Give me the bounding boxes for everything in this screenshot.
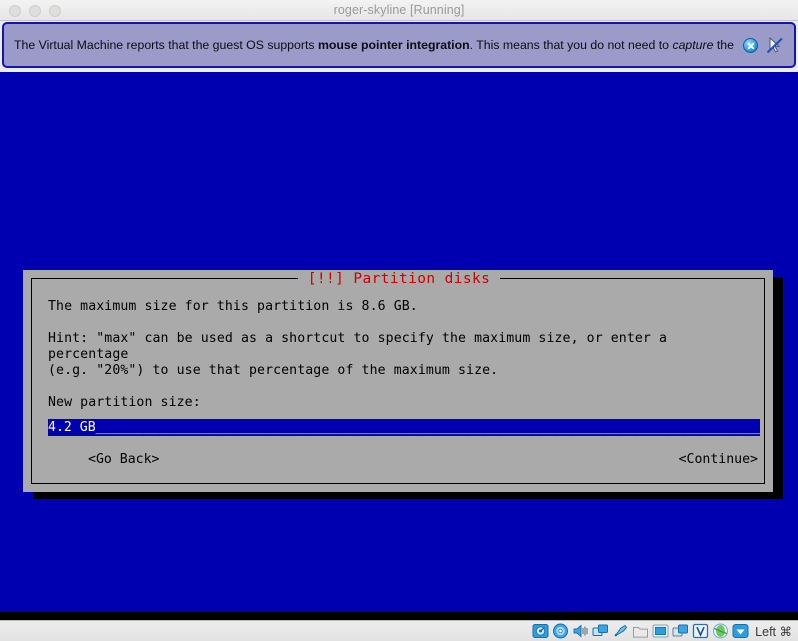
audio-icon[interactable]	[572, 623, 589, 639]
video-capture-icon[interactable]	[672, 623, 689, 639]
guest-additions-icon[interactable]	[712, 623, 729, 639]
optical-disc-icon[interactable]	[552, 623, 569, 639]
mouse-capture-indicator-icon[interactable]	[732, 623, 749, 639]
dialog-title: [!!] Partition disks	[297, 271, 501, 287]
dialog-body: The maximum size for this partition is 8…	[48, 299, 750, 411]
partition-size-value: 4.2 GB	[48, 420, 96, 435]
partition-size-input[interactable]: 4.2 GB__________________________________…	[48, 419, 760, 436]
dialog-paragraph-max-size: The maximum size for this partition is 8…	[48, 299, 418, 314]
notification-text-bold: mouse pointer integration	[317, 38, 470, 52]
shared-folders-icon[interactable]	[632, 623, 649, 639]
text-cursor: _	[95, 420, 104, 435]
notification-text-italic: capture	[672, 38, 714, 52]
usb-icon[interactable]	[612, 623, 629, 639]
notification-text-1: The Virtual Machine reports that the gue…	[14, 38, 318, 52]
host-key-label: Left ⌘	[755, 624, 792, 639]
notification-message: The Virtual Machine reports that the gue…	[4, 38, 743, 52]
dialog-frame: [!!] Partition disks The maximum size fo…	[31, 271, 765, 484]
virtualbox-window: roger-skyline [Running] The Virtual Mach…	[0, 0, 798, 641]
notification-bar: The Virtual Machine reports that the gue…	[2, 22, 796, 68]
window-titlebar: roger-skyline [Running]	[0, 0, 798, 21]
dialog-button-row: <Go Back> <Continue>	[48, 452, 760, 467]
dialog-label-new-partition-size: New partition size:	[48, 395, 201, 410]
notification-text-3: the	[713, 38, 734, 52]
guest-screen[interactable]: [!!] Partition disks The maximum size fo…	[0, 72, 798, 612]
continue-button[interactable]: <Continue>	[679, 452, 758, 467]
display-icon[interactable]	[652, 623, 669, 639]
mouse-pointer-integration-icon[interactable]	[766, 36, 784, 54]
dialog-paragraph-hint: Hint: "max" can be used as a shortcut to…	[48, 331, 668, 378]
go-back-button[interactable]: <Go Back>	[88, 452, 159, 467]
notification-text-2: . This means that you do not need to	[469, 38, 673, 52]
notification-actions	[743, 36, 794, 54]
screen-bottom-strip	[0, 612, 798, 620]
hard-disk-icon[interactable]	[532, 623, 549, 639]
network-icon[interactable]	[592, 623, 609, 639]
close-circle-icon[interactable]	[743, 37, 758, 53]
virtualbox-logo-icon[interactable]	[692, 623, 709, 639]
window-title: roger-skyline [Running]	[333, 3, 465, 17]
input-fill-dashes: ________________________________________…	[103, 420, 760, 435]
status-tray: Left ⌘	[0, 620, 798, 641]
partition-disks-dialog: [!!] Partition disks The maximum size fo…	[23, 270, 773, 492]
dialog-title-wrap: [!!] Partition disks	[32, 270, 766, 288]
